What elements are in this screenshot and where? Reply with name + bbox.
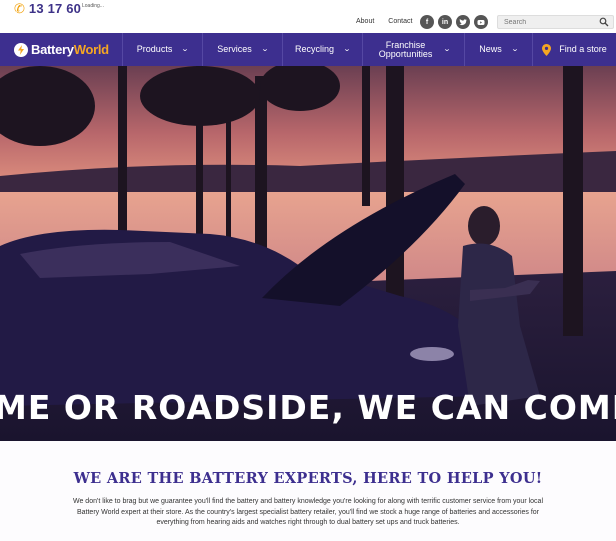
loading-text: Loading... (82, 3, 104, 9)
nav-news[interactable]: News ⌄ (464, 33, 532, 66)
facebook-icon[interactable]: f (420, 15, 434, 29)
logo-text: BatteryWorld (31, 42, 109, 57)
chevron-down-icon: ⌄ (181, 46, 190, 53)
youtube-icon[interactable] (474, 15, 488, 29)
chevron-down-icon: ⌄ (510, 46, 519, 53)
main-nav: BatteryWorld Products ⌄ Services ⌄ Recyc… (0, 33, 616, 66)
social-links: f in (420, 15, 488, 29)
nav-news-label: News (479, 44, 502, 54)
intro-section: WE ARE THE BATTERY EXPERTS, HERE TO HELP… (0, 441, 616, 541)
nav-services[interactable]: Services ⌄ (202, 33, 282, 66)
phone-icon: ✆ (14, 1, 25, 16)
search-input[interactable] (504, 18, 599, 26)
nav-services-label: Services (217, 44, 252, 54)
contact-link[interactable]: Contact (388, 18, 412, 25)
find-store-button[interactable]: Find a store (532, 33, 616, 66)
nav-franchise-opportunities[interactable]: Franchise Opportunities ⌄ (362, 33, 464, 66)
linkedin-icon[interactable]: in (438, 15, 452, 29)
twitter-icon[interactable] (456, 15, 470, 29)
phone-number: 13 17 60 (28, 1, 82, 16)
about-link[interactable]: About (356, 18, 374, 25)
nav-products[interactable]: Products ⌄ (122, 33, 202, 66)
nav-recycling[interactable]: Recycling ⌄ (282, 33, 362, 66)
chevron-down-icon: ⌄ (342, 46, 352, 53)
hero-caption: ME OR ROADSIDE, WE CAN COME TO Y (0, 388, 616, 427)
search-box (497, 15, 614, 29)
bolt-icon (14, 42, 28, 57)
map-pin-icon (542, 43, 552, 56)
top-links: About Contact (356, 18, 412, 25)
nav-products-label: Products (136, 44, 173, 54)
chevron-down-icon: ⌄ (442, 46, 451, 53)
phone-link[interactable]: ✆ 13 17 60 (14, 1, 81, 16)
battery-world-logo[interactable]: BatteryWorld (0, 33, 122, 66)
find-store-label: Find a store (559, 44, 607, 54)
nav-franchise-label: Franchise Opportunities (378, 39, 433, 59)
search-icon[interactable] (599, 17, 609, 27)
hero-image (0, 66, 616, 441)
hero-banner: ME OR ROADSIDE, WE CAN COME TO Y (0, 66, 616, 441)
intro-heading: WE ARE THE BATTERY EXPERTS, HERE TO HELP… (73, 470, 543, 487)
top-bar: ✆ 13 17 60 Loading... About Contact f in (0, 0, 616, 33)
intro-body: We don't like to brag but we guarantee y… (72, 498, 543, 526)
nav-recycling-label: Recycling (295, 44, 335, 54)
chevron-down-icon: ⌄ (260, 46, 269, 53)
